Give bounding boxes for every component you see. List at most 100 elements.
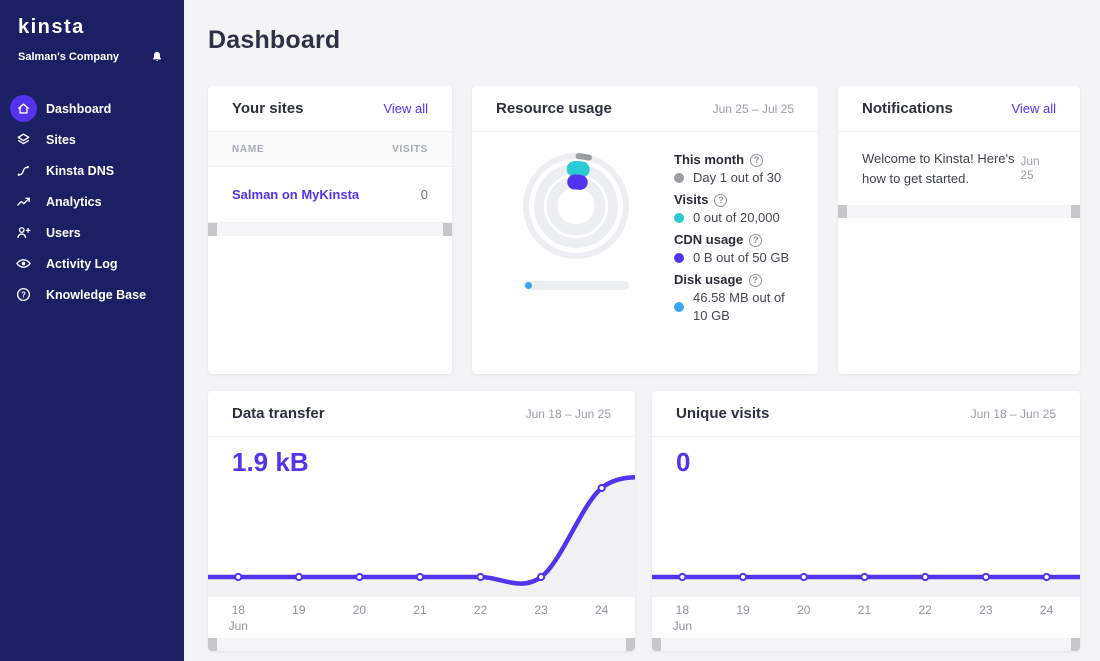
sidebar-item-label: Kinsta DNS	[46, 164, 114, 178]
x-axis-labels: 18Jun192021222324	[208, 597, 635, 635]
sidebar-item-sites[interactable]: Sites	[0, 124, 184, 155]
sidebar-item-label: Activity Log	[46, 257, 118, 271]
legend-label: Visits	[674, 191, 708, 209]
legend-item: Disk usage? 46.58 MB out of 10 GB	[674, 271, 802, 325]
eye-icon	[15, 255, 32, 272]
card-title: Resource usage	[496, 100, 612, 117]
scrollbar-thumb-right[interactable]	[443, 223, 452, 236]
scrollbar-thumb-right[interactable]	[1071, 205, 1080, 218]
line-chart-svg	[652, 437, 1080, 597]
legend-item: Visits? 0 out of 20,000	[674, 191, 802, 227]
notification-date: Jun 25	[1020, 149, 1056, 189]
site-link[interactable]: Salman on MyKinsta	[232, 187, 359, 202]
route-icon	[15, 162, 32, 179]
card-period: Jun 18 – Jun 25	[971, 407, 1056, 421]
home-icon	[16, 101, 31, 116]
table-row: Salman on MyKinsta 0	[208, 167, 452, 223]
trending-up-icon	[15, 193, 32, 210]
page-title: Dashboard	[208, 26, 1080, 55]
help-icon[interactable]: ?	[749, 234, 762, 247]
sidebar-nav: Dashboard Sites Kinsta DNS Analytics Use…	[0, 93, 184, 310]
x-tick-label: 24	[1030, 603, 1064, 617]
data-point	[740, 574, 746, 580]
legend-label: This month	[674, 151, 744, 169]
sidebar-item-label: Analytics	[46, 195, 102, 209]
sidebar-item-users[interactable]: Users	[0, 217, 184, 248]
legend-color-dot	[674, 302, 684, 312]
view-all-sites-link[interactable]: View all	[383, 101, 428, 116]
chart-total-value: 0	[676, 447, 690, 478]
sidebar-item-kinsta-dns[interactable]: Kinsta DNS	[0, 155, 184, 186]
legend-color-dot	[674, 253, 684, 263]
layers-icon	[15, 131, 32, 148]
notification-item[interactable]: Welcome to Kinsta! Here's how to get sta…	[838, 132, 1080, 205]
data-point	[235, 574, 241, 580]
resource-usage-card: Resource usage Jun 25 – Jul 25	[472, 86, 818, 374]
main-content: Dashboard Your sites View all NAME VISIT…	[184, 0, 1100, 661]
horizontal-scrollbar[interactable]	[208, 223, 452, 236]
sidebar-item-analytics[interactable]: Analytics	[0, 186, 184, 217]
horizontal-scrollbar[interactable]	[208, 638, 635, 651]
legend-value: 46.58 MB out of 10 GB	[693, 289, 802, 325]
sidebar-item-dashboard[interactable]: Dashboard	[0, 93, 184, 124]
data-point	[1044, 574, 1050, 580]
sidebar-item-label: Dashboard	[46, 102, 111, 116]
scrollbar-thumb-left[interactable]	[208, 638, 217, 651]
card-title: Unique visits	[676, 405, 769, 422]
sidebar-item-label: Sites	[46, 133, 76, 147]
data-point	[679, 574, 685, 580]
view-all-notifications-link[interactable]: View all	[1011, 101, 1056, 116]
legend-label: Disk usage	[674, 271, 743, 289]
bell-icon[interactable]	[150, 49, 164, 65]
help-icon[interactable]: ?	[750, 154, 763, 167]
x-tick-label: 21	[847, 603, 881, 617]
data-point	[599, 485, 605, 491]
disk-usage-progress-bar	[524, 281, 629, 290]
unique-visits-chart: 0 18Jun192021222324	[652, 437, 1080, 651]
data-point	[538, 574, 544, 580]
your-sites-card: Your sites View all NAME VISITS Salman o…	[208, 86, 452, 374]
x-axis-labels: 18Jun192021222324	[652, 597, 1080, 635]
sidebar-item-knowledge-base[interactable]: ? Knowledge Base	[0, 279, 184, 310]
x-tick-label: 20	[342, 603, 376, 617]
question-circle-icon: ?	[15, 286, 32, 303]
sites-table-header: NAME VISITS	[208, 132, 452, 167]
resource-usage-legend: This month? Day 1 out of 30 Visits? 0 ou…	[664, 146, 802, 374]
column-header-name: NAME	[232, 144, 264, 155]
x-tick-label: 18	[665, 603, 699, 617]
data-point	[983, 574, 989, 580]
legend-color-dot	[674, 173, 684, 183]
horizontal-scrollbar[interactable]	[652, 638, 1080, 651]
x-month-label: Jun	[665, 619, 699, 633]
sidebar-item-activity-log[interactable]: Activity Log	[0, 248, 184, 279]
legend-value: 0 out of 20,000	[693, 209, 780, 227]
data-point	[417, 574, 423, 580]
scrollbar-thumb-left[interactable]	[838, 205, 847, 218]
company-name: Salman's Company	[18, 51, 119, 63]
data-point	[477, 574, 483, 580]
scrollbar-thumb-right[interactable]	[1071, 638, 1080, 651]
help-icon[interactable]: ?	[749, 274, 762, 287]
x-tick-label: 23	[524, 603, 558, 617]
help-icon[interactable]: ?	[714, 194, 727, 207]
legend-label: CDN usage	[674, 231, 743, 249]
kinsta-logo[interactable]: Kinsta	[18, 16, 184, 39]
x-tick-label: 23	[969, 603, 1003, 617]
data-transfer-chart: 1.9 kB 18Jun192021222324	[208, 437, 635, 651]
sidebar: Kinsta Salman's Company Dashboard Sites …	[0, 0, 184, 661]
chart-total-value: 1.9 kB	[232, 447, 309, 478]
x-month-label: Jun	[221, 619, 255, 633]
scrollbar-thumb-left[interactable]	[652, 638, 661, 651]
x-tick-label: 19	[726, 603, 760, 617]
unique-visits-card: Unique visits Jun 18 – Jun 25 0 18 Jun 19 2…	[652, 391, 1080, 651]
legend-item: CDN usage? 0 B out of 50 GB	[674, 231, 802, 267]
notifications-card: Notifications View all Welcome to Kinsta…	[838, 86, 1080, 374]
sidebar-item-label: Knowledge Base	[46, 288, 146, 302]
card-title: Notifications	[862, 100, 953, 117]
column-header-visits: VISITS	[392, 144, 428, 155]
scrollbar-thumb-left[interactable]	[208, 223, 217, 236]
horizontal-scrollbar[interactable]	[838, 205, 1080, 218]
data-point	[296, 574, 302, 580]
data-point	[861, 574, 867, 580]
scrollbar-thumb-right[interactable]	[626, 638, 635, 651]
